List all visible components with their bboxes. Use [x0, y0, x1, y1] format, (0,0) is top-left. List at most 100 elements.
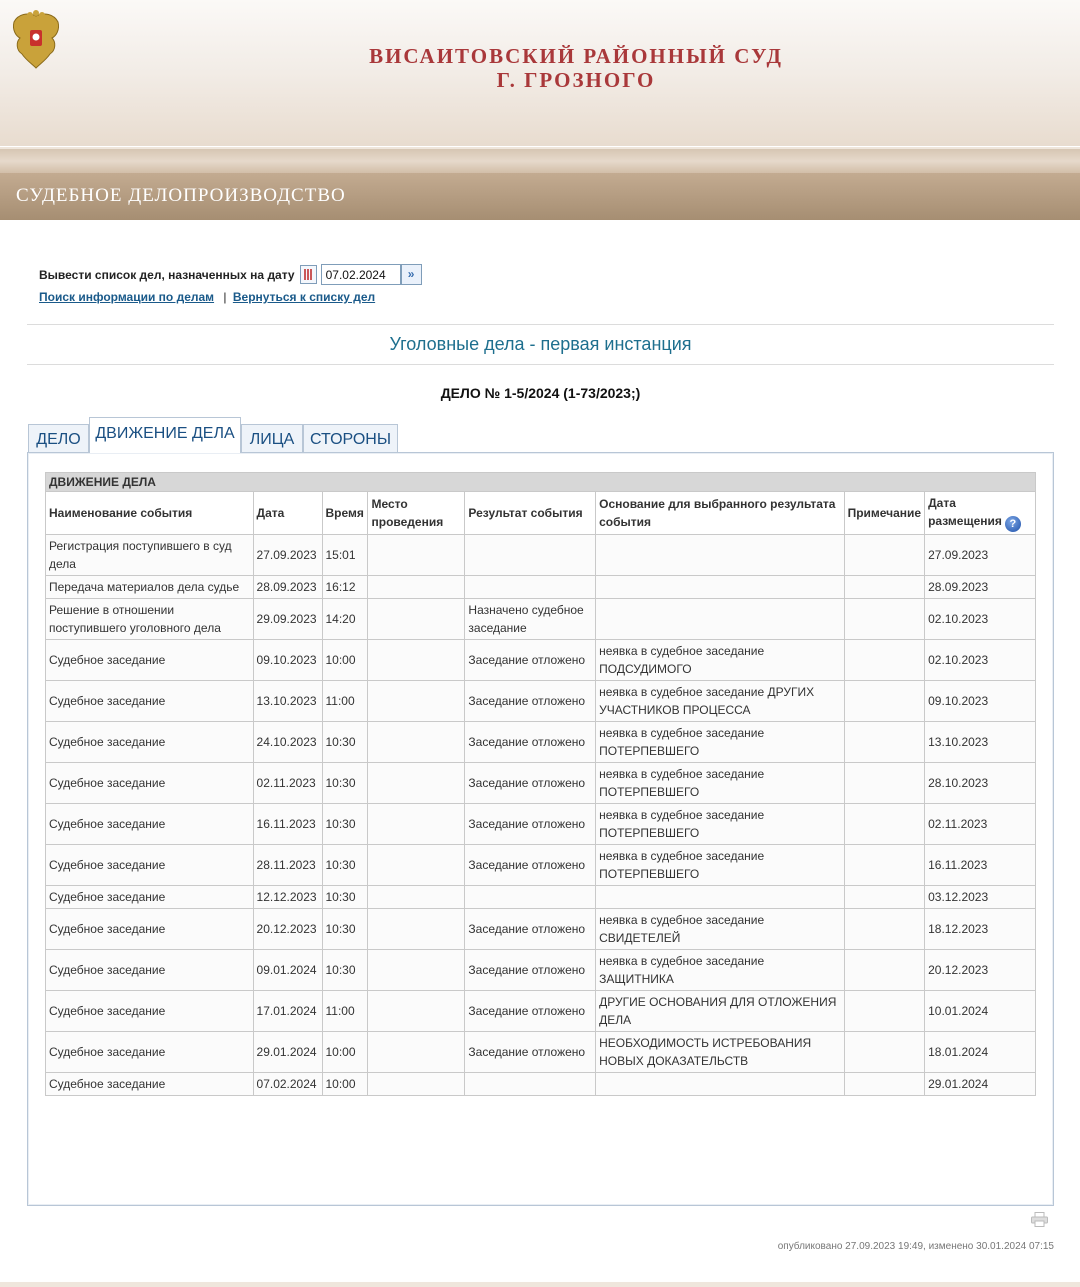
table-cell	[367, 844, 466, 886]
table-cell	[843, 721, 926, 763]
table-cell: Регистрация поступившего в суд дела	[45, 534, 254, 576]
table-cell: Судебное заседание	[45, 639, 254, 681]
table-cell: неявка в судебное заседание ПОТЕРПЕВШЕГО	[595, 844, 845, 886]
table-cell: Судебное заседание	[45, 844, 254, 886]
table-cell	[595, 534, 845, 576]
search-cases-link[interactable]: Поиск информации по делам	[39, 290, 214, 304]
table-cell: 17.01.2024	[252, 990, 323, 1032]
table-cell: неявка в судебное заседание ПОДСУДИМОГО	[595, 639, 845, 681]
table-cell: неявка в судебное заседание ДРУГИХ УЧАСТ…	[595, 680, 845, 722]
column-header: Место проведения	[367, 491, 466, 535]
table-cell: 18.01.2024	[924, 1031, 1036, 1073]
table-cell: 10:00	[321, 1072, 369, 1096]
date-filter-label: Вывести список дел, назначенных на дату	[39, 267, 295, 282]
tab-parties[interactable]: СТОРОНЫ	[303, 424, 398, 453]
table-cell: Судебное заседание	[45, 762, 254, 804]
table-cell: 11:00	[321, 990, 369, 1032]
table-cell: Заседание отложено	[464, 680, 597, 722]
table-cell: 10:30	[321, 721, 369, 763]
table-cell	[367, 908, 466, 950]
table-cell: неявка в судебное заседание ПОТЕРПЕВШЕГО	[595, 803, 845, 845]
table-cell: Судебное заседание	[45, 1072, 254, 1096]
table-cell: 13.10.2023	[924, 721, 1036, 763]
table-row: Судебное заседание 02.11.2023 10:30 Заседан…	[45, 762, 1036, 804]
table-cell	[843, 1031, 926, 1073]
table-cell: 28.09.2023	[252, 575, 323, 599]
table-cell: 09.01.2024	[252, 949, 323, 991]
table-cell: Судебное заседание	[45, 908, 254, 950]
table-cell: Заседание отложено	[464, 949, 597, 991]
court-title: ВИСАИТОВСКИЙ РАЙОННЫЙ СУД Г. ГРОЗНОГО	[369, 44, 783, 92]
case-events-table: ДВИЖЕНИЕ ДЕЛА Наименование события Дата Вр…	[45, 472, 1036, 1096]
table-cell	[595, 1072, 845, 1096]
printer-icon[interactable]	[1031, 1212, 1048, 1227]
table-row: Передача материалов дела судье 28.09.2023…	[45, 575, 1036, 599]
column-header: Результат события	[464, 491, 597, 535]
table-cell	[595, 575, 845, 599]
table-cell	[464, 885, 597, 909]
calendar-icon[interactable]	[299, 265, 317, 284]
table-cell: Заседание отложено	[464, 639, 597, 681]
table-row: Судебное заседание 09.01.2024 10:30 Заседан…	[45, 949, 1036, 991]
table-cell: 28.11.2023	[252, 844, 323, 886]
table-cell: Судебное заседание	[45, 803, 254, 845]
table-cell	[367, 639, 466, 681]
date-input[interactable]	[320, 264, 401, 285]
table-cell: 02.10.2023	[924, 639, 1036, 681]
table-cell: Заседание отложено	[464, 762, 597, 804]
table-cell: 10.01.2024	[924, 990, 1036, 1032]
column-header: Основание для выбранного результата собы…	[595, 491, 845, 535]
table-cell: Судебное заседание	[45, 680, 254, 722]
table-cell: 29.01.2024	[924, 1072, 1036, 1096]
table-cell: Решение в отношении поступившего уголовн…	[45, 598, 254, 640]
table-cell: 28.10.2023	[924, 762, 1036, 804]
column-header: Время	[321, 491, 369, 535]
table-cell	[367, 885, 466, 909]
table-cell: Передача материалов дела судье	[45, 575, 254, 599]
tab-case[interactable]: ДЕЛО	[28, 424, 89, 453]
table-section-title: ДВИЖЕНИЕ ДЕЛА	[45, 472, 1036, 492]
table-cell: 29.01.2024	[252, 1031, 323, 1073]
table-cell	[843, 575, 926, 599]
page: ВИСАИТОВСКИЙ РАЙОННЫЙ СУД Г. ГРОЗНОГО СУ…	[0, 0, 1080, 1287]
table-cell: 29.09.2023	[252, 598, 323, 640]
table-row: Судебное заседание 16.11.2023 10:30 Заседан…	[45, 803, 1036, 845]
table-cell: 10:30	[321, 908, 369, 950]
table-row: Судебное заседание 24.10.2023 10:30 Заседан…	[45, 721, 1036, 763]
table-cell	[843, 534, 926, 576]
table-cell	[843, 598, 926, 640]
back-to-list-link[interactable]: Вернуться к списку дел	[233, 290, 375, 304]
table-cell: 24.10.2023	[252, 721, 323, 763]
table-cell: неявка в судебное заседание ЗАЩИТНИКА	[595, 949, 845, 991]
table-cell	[367, 1072, 466, 1096]
column-header: Дата	[252, 491, 323, 535]
table-cell	[843, 639, 926, 681]
help-icon[interactable]: ?	[1004, 516, 1021, 532]
case-title: ДЕЛО № 1-5/2024 (1-73/2023;)	[440, 385, 641, 401]
table-cell: неявка в судебное заседание ПОТЕРПЕВШЕГО	[595, 762, 845, 804]
table-cell: 09.10.2023	[252, 639, 323, 681]
table-cell	[367, 598, 466, 640]
table-cell	[464, 534, 597, 576]
table-cell	[367, 721, 466, 763]
table-cell: 27.09.2023	[252, 534, 323, 576]
table-cell: 03.12.2023	[924, 885, 1036, 909]
table-cell	[843, 1072, 926, 1096]
tab-case-movement[interactable]: ДВИЖЕНИЕ ДЕЛА	[89, 417, 241, 453]
table-row: Судебное заседание 20.12.2023 10:30 Заседан…	[45, 908, 1036, 950]
published-note: опубликовано 27.09.2023 19:49, изменено …	[777, 1241, 1054, 1252]
table-cell	[367, 680, 466, 722]
go-arrow-icon[interactable]: »	[400, 264, 422, 285]
table-cell	[843, 908, 926, 950]
table-cell: Судебное заседание	[45, 1031, 254, 1073]
column-header: Примечание	[843, 491, 926, 535]
tab-persons[interactable]: ЛИЦА	[241, 424, 303, 453]
table-cell	[843, 762, 926, 804]
table-cell	[595, 885, 845, 909]
table-cell: 15:01	[321, 534, 369, 576]
table-row: Судебное заседание 09.10.2023 10:00 Заседан…	[45, 639, 1036, 681]
table-row: Судебное заседание 28.11.2023 10:30 Заседан…	[45, 844, 1036, 886]
divider	[27, 364, 1054, 365]
table-cell: Заседание отложено	[464, 1031, 597, 1073]
table-cell: 10:30	[321, 762, 369, 804]
